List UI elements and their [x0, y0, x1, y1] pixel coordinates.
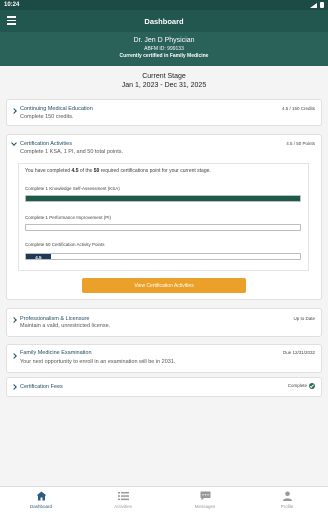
ksa-progress-bar: [25, 195, 301, 202]
signal-icon: [310, 2, 317, 8]
points-progress-label: Complete 50 Certification Activity Point…: [25, 242, 105, 247]
chevron-right-icon: [11, 108, 17, 114]
exam-card[interactable]: Family Medicine Examination Your next op…: [6, 344, 322, 373]
card-title: Certification Activities: [20, 141, 72, 147]
card-status: 4.5 / 50 Points: [286, 141, 315, 146]
chevron-down-icon: [11, 140, 17, 146]
page-title: Dashboard: [144, 16, 184, 26]
nav-label: Activities: [114, 504, 132, 509]
certification-status: Currently certified in Family Medicine: [119, 53, 209, 59]
card-title: Family Medicine Examination: [20, 350, 92, 356]
profile-banner: Dr. Jen D Physician ABFM ID: 999133 Curr…: [0, 32, 328, 66]
fees-card[interactable]: Certification Fees Complete: [6, 377, 322, 397]
check-circle-icon: [309, 383, 315, 389]
ksa-progress-label: Complete 1 Knowledge Self-Assessment (KS…: [25, 186, 120, 191]
chevron-right-icon: [11, 353, 17, 359]
status-time: 10:24: [4, 2, 20, 8]
chevron-right-icon: [11, 384, 17, 390]
menu-icon[interactable]: [7, 16, 16, 26]
card-status: Up to Date: [293, 316, 315, 321]
status-bar: 10:24: [0, 0, 328, 10]
card-subtitle: Complete 150 credits.: [20, 114, 74, 120]
card-subtitle: Complete 1 KSA, 1 PI, and 50 total point…: [20, 149, 124, 155]
current-stage: Current Stage Jan 1, 2023 - Dec 31, 2025: [0, 72, 328, 90]
card-status: Due 12/31/2032: [282, 350, 315, 355]
chat-icon: [200, 491, 210, 501]
nav-profile[interactable]: Profile: [246, 487, 328, 512]
stage-label: Current Stage: [142, 73, 186, 80]
nav-messages[interactable]: Messages: [164, 487, 246, 512]
cme-card[interactable]: Continuing Medical Education Complete 15…: [6, 99, 322, 126]
card-status: 4.5 / 150 Credits: [281, 106, 315, 111]
list-icon: [117, 492, 129, 501]
nav-activities[interactable]: Activities: [82, 487, 164, 512]
nav-dashboard[interactable]: Dashboard: [0, 487, 82, 512]
licensure-card[interactable]: Professionalism & Licensure Maintain a v…: [6, 308, 322, 337]
app-bar: Dashboard: [0, 10, 328, 32]
stage-dates: Jan 1, 2023 - Dec 31, 2025: [121, 82, 207, 89]
status-icons: [310, 2, 324, 8]
nav-label: Profile: [280, 504, 294, 509]
pi-progress-bar: [25, 224, 301, 231]
view-certification-activities-button[interactable]: View Certification Activities: [82, 278, 246, 293]
ksa-progress-fill: [26, 196, 300, 201]
abfm-id: ABFM ID: 999133: [144, 46, 184, 52]
nav-label: Messages: [194, 504, 216, 509]
battery-icon: [320, 2, 324, 8]
chevron-right-icon: [11, 317, 17, 323]
card-status: Complete: [288, 383, 315, 389]
points-progress-bar: 4.5: [25, 253, 301, 260]
person-icon: [282, 491, 292, 501]
card-title: Professionalism & Licensure: [20, 316, 90, 322]
card-subtitle: Your next opportunity to enroll in an ex…: [20, 359, 176, 365]
pi-progress-label: Complete 1 Performance Improvement (PI): [25, 215, 112, 220]
card-subtitle: Maintain a valid, unrestricted license.: [20, 323, 111, 329]
certification-progress-panel: You have completed 4.5 of the 50 require…: [18, 163, 309, 271]
nav-label: Dashboard: [29, 504, 52, 509]
home-icon: [36, 491, 46, 501]
progress-summary: You have completed 4.5 of the 50 require…: [25, 168, 211, 174]
card-title: Continuing Medical Education: [20, 106, 93, 112]
points-progress-fill: 4.5: [26, 254, 51, 259]
bottom-nav: Dashboard Activities Messages Profile: [0, 486, 328, 512]
physician-name: Dr. Jen D Physician: [133, 37, 195, 44]
card-title: Certification Fees: [20, 384, 63, 390]
